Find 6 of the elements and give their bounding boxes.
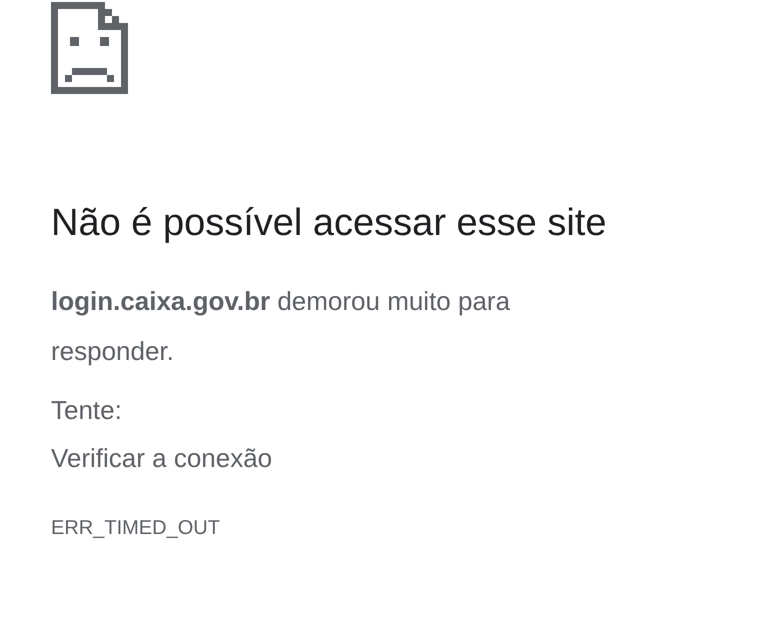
error-code: ERR_TIMED_OUT (51, 516, 221, 541)
error-heading: Não é possível acessar esse site (51, 201, 608, 246)
sad-page-icon (51, 2, 128, 94)
error-message: login.caixa.gov.br demorou muito para responder. (51, 285, 512, 368)
suggestion-text: Verificar a conexão (51, 442, 274, 475)
suggestions-label: Tente: (51, 394, 123, 427)
